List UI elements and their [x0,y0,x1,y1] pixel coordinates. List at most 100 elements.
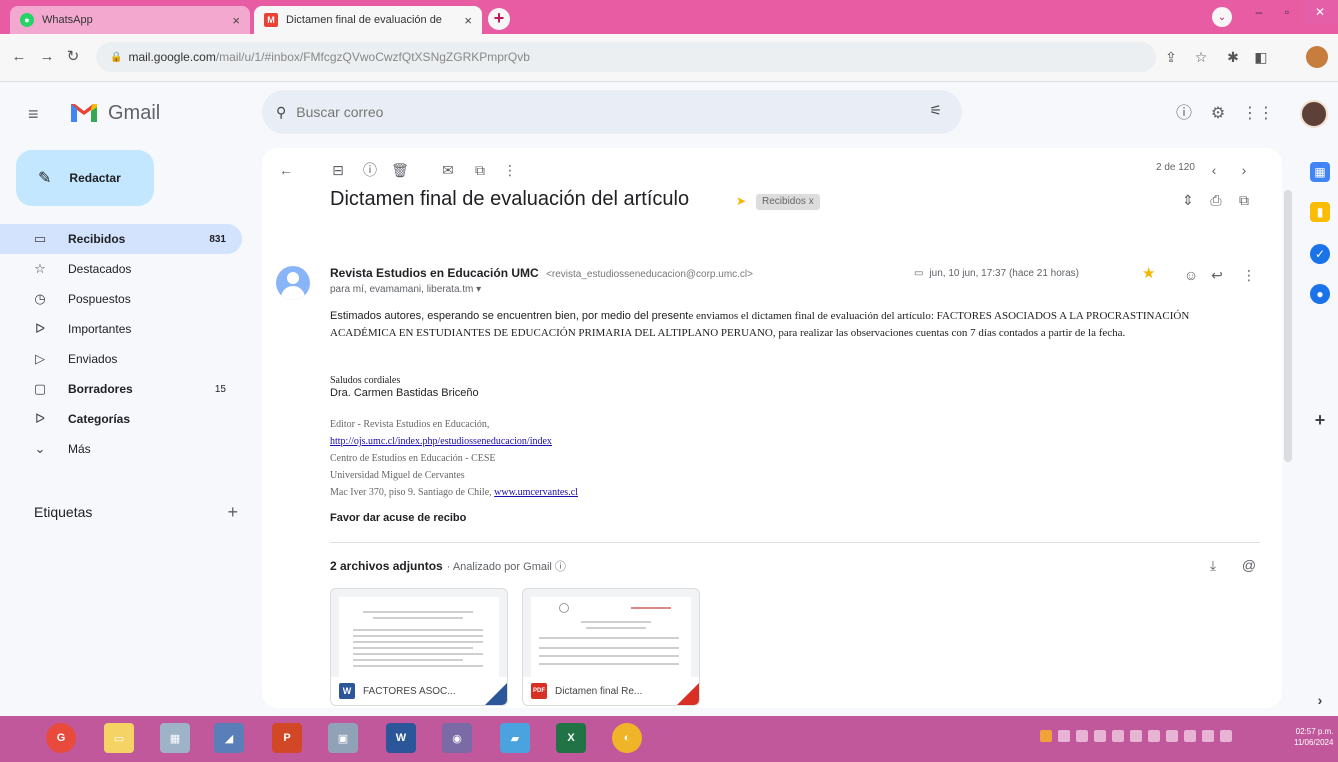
paint-icon[interactable]: ◢ [214,723,244,753]
forward-icon[interactable]: → [36,46,58,68]
inbox-label-chip[interactable]: Recibidos x [756,194,820,210]
attachments-header: 2 archivos adjuntos · Analizado por Gmail… [330,558,566,574]
gmail-header: ≡ Gmail ⚲ ⚟ ⓘ ⚙ ⋮⋮ [0,82,1338,144]
bookmark-star-icon[interactable]: ☆ [1190,46,1212,68]
recipients[interactable]: para mí, evamamani, liberata.tm ▾ [330,284,481,295]
reply-icon[interactable]: ↩ [1206,264,1228,286]
profile-avatar-icon[interactable] [1306,46,1328,68]
download-all-icon[interactable]: ⤓ [1202,554,1224,576]
greeting: Saludos cordiales [330,375,401,386]
powerpoint-icon[interactable]: P [272,723,302,753]
sidebar-item-enviados[interactable]: ▷ Enviados [0,344,242,374]
apps-grid-icon[interactable]: ⋮⋮ [1242,102,1274,126]
tab-gmail[interactable]: M Dictamen final de evaluación de × [254,6,482,34]
chrome-taskbar-icon[interactable]: G [46,723,76,753]
sidebar-item-borradores[interactable]: ▢ Borradores 15 [0,374,242,404]
sidebar-item-categorias[interactable]: ᐅ Categorías [0,404,242,434]
close-window-icon[interactable]: ✕ [1302,0,1338,24]
close-tab-icon[interactable]: × [232,13,240,28]
keep-icon[interactable]: ▮ [1310,202,1330,222]
message-subject: Dictamen final de evaluación del artícul… [330,188,690,210]
move-to-icon[interactable]: ⧉ [468,158,492,182]
main-menu-icon[interactable]: ≡ [28,104,39,125]
search-options-icon[interactable]: ⚟ [929,102,942,119]
sig-line-address: Mac Iver 370, piso 9. Santiago de Chile, [330,487,495,498]
add-to-drive-icon[interactable]: @ [1238,554,1260,576]
sidebar-item-destacados[interactable]: ☆ Destacados [0,254,242,284]
search-bar[interactable]: ⚲ ⚟ [262,90,962,134]
important-marker-icon[interactable]: ➤ [736,194,746,208]
tab-search-icon[interactable]: ⌄ [1212,7,1232,27]
compose-button[interactable]: ✎ Redactar [16,150,154,206]
share-icon[interactable]: ⇪ [1160,46,1182,68]
journal-link[interactable]: http://ojs.umc.cl/index.php/estudiossene… [330,436,552,447]
back-icon[interactable]: ← [8,46,30,68]
archive-icon[interactable]: ⊟ [326,158,350,182]
emoji-reaction-icon[interactable]: ☺ [1180,264,1202,286]
message-more-icon[interactable]: ⋮ [1238,264,1260,286]
newer-icon[interactable]: ‹ [1202,158,1226,182]
minimize-icon[interactable]: – [1246,0,1272,24]
labels-header: Etiquetas + [34,502,244,523]
sidebar-item-recibidos[interactable]: ▭ Recibidos 831 [0,224,242,254]
more-options-icon[interactable]: ⋮ [498,158,522,182]
attachment-footer: PDF Dictamen final Re... [523,677,699,705]
add-label-icon[interactable]: + [227,502,238,523]
open-new-window-icon[interactable]: ⧉ [1232,188,1256,212]
folder-icon[interactable]: ▰ [500,723,530,753]
sidebar-item-label: Enviados [68,352,118,366]
expand-panel-icon[interactable]: › [1310,690,1330,710]
file-explorer-icon[interactable]: ▭ [104,723,134,753]
back-to-inbox-icon[interactable]: ← [274,158,298,182]
print-icon[interactable]: ⎙ [1204,188,1228,212]
older-icon[interactable]: › [1232,158,1256,182]
maximize-icon[interactable]: ▫ [1274,0,1300,24]
report-spam-icon[interactable]: ⓘ [358,158,382,182]
sidebar-item-pospuestos[interactable]: ◷ Pospuestos [0,284,242,314]
sidebar-item-label: Borradores [68,382,133,396]
scanned-by-gmail: · Analizado por Gmail ⓘ [446,561,566,573]
app-icon[interactable]: ◐ [612,723,642,753]
document-thumbnail [531,597,691,677]
signer-name: Dra. Carmen Bastidas Briceño [330,387,479,399]
message-scrollbar[interactable] [1284,190,1292,462]
search-input[interactable] [296,104,897,120]
attachment-footer: W FACTORES ASOC... [331,677,507,705]
reload-icon[interactable]: ↻ [62,46,84,68]
tab-title: WhatsApp [42,14,93,26]
media-player-icon[interactable]: ▣ [328,723,358,753]
sidebar-item-importantes[interactable]: ᐅ Importantes [0,314,242,344]
settings-gear-icon[interactable]: ⚙ [1206,102,1230,126]
system-clock[interactable]: 02:57 p.m. 11/06/2024 [1294,726,1333,748]
windows-taskbar: G ▭ ▦ ◢ P ▣ W ◉ ▰ X ◐ 02:57 p.m. 11/06/2… [0,716,1338,762]
contacts-icon[interactable]: ● [1310,284,1330,304]
calculator-icon[interactable]: ▦ [160,723,190,753]
tab-whatsapp[interactable]: ● WhatsApp × [10,6,250,34]
delete-icon[interactable]: 🗑 [388,158,412,182]
excel-icon[interactable]: X [556,723,586,753]
sidebar-item-mas[interactable]: ⌄ Más [0,434,242,464]
message-panel: ← ⊟ ⓘ 🗑 ✉ ⧉ ⋮ 2 de 120 ‹ › Dictamen fina… [262,148,1282,708]
tasks-icon[interactable]: ✓ [1310,244,1330,264]
close-tab-icon[interactable]: × [464,13,472,28]
expand-all-icon[interactable]: ⇕ [1176,188,1200,212]
new-tab-button[interactable]: + [488,8,510,30]
calendar-icon[interactable]: ▦ [1310,162,1330,182]
word-icon[interactable]: W [386,723,416,753]
browser-toolbar: ← → ↻ 🔒 mail.google.com /mail/u/1/#inbox… [0,34,1338,82]
attachment-card[interactable]: PDF Dictamen final Re... [522,588,700,706]
search-icon[interactable]: ⚲ [276,104,286,121]
sidepanel-icon[interactable]: ◧ [1250,46,1272,68]
extensions-icon[interactable]: ✱ [1222,46,1244,68]
star-icon[interactable]: ★ [1142,264,1155,282]
system-tray[interactable] [1040,730,1232,748]
account-avatar[interactable] [1300,100,1328,128]
attachment-card[interactable]: W FACTORES ASOC... [330,588,508,706]
mark-unread-icon[interactable]: ✉ [436,158,460,182]
address-bar[interactable]: 🔒 mail.google.com /mail/u/1/#inbox/FMfcg… [96,42,1156,72]
help-icon[interactable]: ⓘ [1172,102,1196,126]
add-addon-icon[interactable]: + [1310,410,1330,430]
whatsapp-icon: ● [20,13,34,27]
photos-icon[interactable]: ◉ [442,723,472,753]
university-website-link[interactable]: www.umcervantes.cl [494,487,578,498]
